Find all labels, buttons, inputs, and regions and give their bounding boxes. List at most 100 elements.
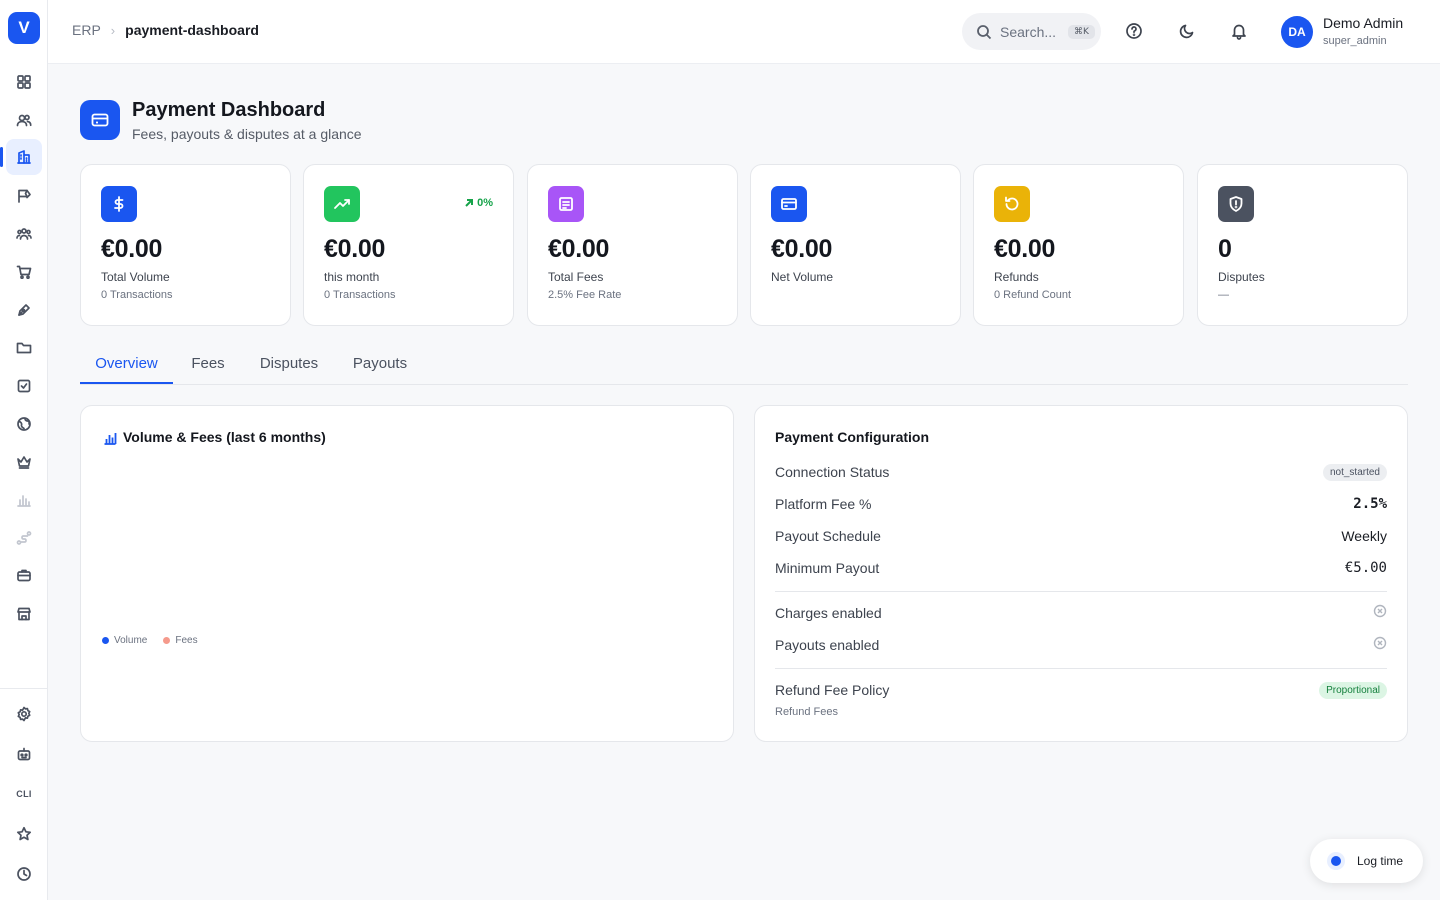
- config-label: Platform Fee %: [775, 496, 872, 512]
- tab-disputes[interactable]: Disputes: [252, 346, 326, 384]
- config-label: Payout Schedule: [775, 528, 881, 544]
- stat-sub: 0 Refund Count: [994, 289, 1072, 301]
- stat-value: €0.00: [994, 235, 1056, 263]
- receipt-icon: [548, 186, 584, 222]
- bell-icon[interactable]: [1228, 20, 1250, 42]
- stat-sub: 2.5% Fee Rate: [548, 289, 622, 301]
- x-circle-icon: [1373, 636, 1387, 655]
- stat-label: Total Volume: [101, 270, 170, 284]
- config-row-refund-fee-policy: Refund Fee Policy Proportional: [775, 680, 1387, 700]
- status-badge: not_started: [1322, 463, 1387, 481]
- config-value: Weekly: [1341, 528, 1387, 544]
- stat-label: this month: [324, 270, 380, 284]
- user-role: super_admin: [1323, 35, 1387, 47]
- topbar: ERP › payment-dashboard Search... ⌘K DA …: [48, 0, 1440, 64]
- route-icon[interactable]: [6, 520, 42, 556]
- checkbox-icon[interactable]: [6, 368, 42, 404]
- page-subtitle: Fees, payouts & disputes at a glance: [132, 126, 362, 142]
- gear-icon[interactable]: [6, 696, 42, 732]
- legend-item-fees[interactable]: Fees: [163, 635, 198, 646]
- stat-card-total-fees: €0.00 Total Fees 2.5% Fee Rate: [527, 164, 738, 326]
- breadcrumb-root[interactable]: ERP: [72, 22, 101, 38]
- bar-chart-icon[interactable]: [6, 482, 42, 518]
- tab-payouts[interactable]: Payouts: [347, 346, 413, 384]
- tab-bar: Overview Fees Disputes Payouts: [80, 346, 1408, 385]
- grid-icon[interactable]: [6, 64, 42, 100]
- log-time-button[interactable]: Log time: [1310, 839, 1423, 883]
- config-value: €5.00: [1344, 560, 1387, 576]
- refund-icon: [994, 186, 1030, 222]
- divider: [775, 668, 1387, 669]
- breadcrumb-current: payment-dashboard: [125, 22, 259, 38]
- payment-configuration-card: Payment Configuration Connection Status …: [754, 405, 1408, 742]
- store-icon[interactable]: [6, 596, 42, 632]
- legend-item-volume[interactable]: Volume: [102, 635, 147, 646]
- dollar-icon: [101, 186, 137, 222]
- tab-overview[interactable]: Overview: [80, 346, 173, 384]
- config-label: Minimum Payout: [775, 560, 880, 576]
- config-row-minimum-payout: Minimum Payout €5.00: [775, 558, 1387, 578]
- help-icon[interactable]: [1123, 20, 1145, 42]
- stat-label: Disputes: [1218, 270, 1265, 284]
- stat-card-disputes: 0 Disputes —: [1197, 164, 1408, 326]
- stat-card-total-volume: €0.00 Total Volume 0 Transactions: [80, 164, 291, 326]
- stat-sub: —: [1218, 289, 1229, 301]
- crown-icon[interactable]: [6, 444, 42, 480]
- trend-badge: 0%: [464, 197, 493, 209]
- team-icon[interactable]: [6, 216, 42, 252]
- stat-card-net-volume: €0.00 Net Volume: [750, 164, 961, 326]
- credit-card-icon: [80, 100, 120, 140]
- user-name[interactable]: Demo Admin: [1323, 15, 1403, 31]
- pen-icon[interactable]: [6, 292, 42, 328]
- card-icon: [771, 186, 807, 222]
- stat-label: Net Volume: [771, 270, 834, 284]
- tab-fees[interactable]: Fees: [184, 346, 232, 384]
- stat-sub: 0 Transactions: [324, 289, 396, 301]
- cli-button[interactable]: CLI: [6, 776, 42, 812]
- policy-badge: Proportional: [1319, 681, 1387, 699]
- stat-value: €0.00: [324, 235, 386, 263]
- chart-legend: Volume Fees: [102, 635, 198, 646]
- stat-card-this-month: 0% €0.00 this month 0 Transactions: [303, 164, 514, 326]
- bar-chart-icon: [103, 431, 117, 445]
- search-input[interactable]: Search... ⌘K: [962, 13, 1101, 50]
- cli-label: CLI: [16, 789, 32, 799]
- x-circle-icon: [1373, 604, 1387, 623]
- app-logo[interactable]: V: [8, 12, 40, 44]
- config-row-payout-schedule: Payout Schedule Weekly: [775, 526, 1387, 546]
- stat-value: 0: [1218, 235, 1232, 263]
- breadcrumb: ERP › payment-dashboard: [72, 22, 259, 38]
- divider: [775, 591, 1387, 592]
- briefcase-icon[interactable]: [6, 557, 42, 593]
- avatar[interactable]: DA: [1281, 16, 1313, 48]
- stat-label: Total Fees: [548, 270, 604, 284]
- config-title: Payment Configuration: [775, 429, 930, 445]
- config-label: Charges enabled: [775, 605, 882, 621]
- folder-icon[interactable]: [6, 330, 42, 366]
- search-placeholder: Search...: [1000, 23, 1057, 40]
- clock-icon[interactable]: [6, 856, 42, 892]
- log-time-label: Log time: [1357, 854, 1404, 868]
- config-row-payouts-enabled: Payouts enabled: [775, 635, 1387, 655]
- chart-plot: [101, 466, 713, 626]
- sidebar-divider: [0, 688, 47, 689]
- search-shortcut: ⌘K: [1068, 24, 1095, 39]
- moon-icon[interactable]: [1176, 20, 1198, 42]
- globe-icon[interactable]: [6, 406, 42, 442]
- cart-icon[interactable]: [6, 254, 42, 290]
- sidebar: V CLI: [0, 0, 48, 900]
- stat-value: €0.00: [548, 235, 610, 263]
- star-icon[interactable]: [6, 816, 42, 852]
- building-icon[interactable]: [6, 139, 42, 175]
- users-icon[interactable]: [6, 102, 42, 138]
- legend-swatch: [102, 637, 109, 644]
- page-title: Payment Dashboard: [132, 99, 326, 121]
- chart-title: Volume & Fees (last 6 months): [123, 429, 326, 445]
- config-label: Payouts enabled: [775, 637, 880, 653]
- config-row-charges-enabled: Charges enabled: [775, 603, 1387, 623]
- robot-icon[interactable]: [6, 736, 42, 772]
- config-label: Connection Status: [775, 464, 890, 480]
- trend-value: 0%: [477, 197, 493, 209]
- config-label: Refund Fee Policy: [775, 682, 890, 698]
- flag-icon[interactable]: [6, 178, 42, 214]
